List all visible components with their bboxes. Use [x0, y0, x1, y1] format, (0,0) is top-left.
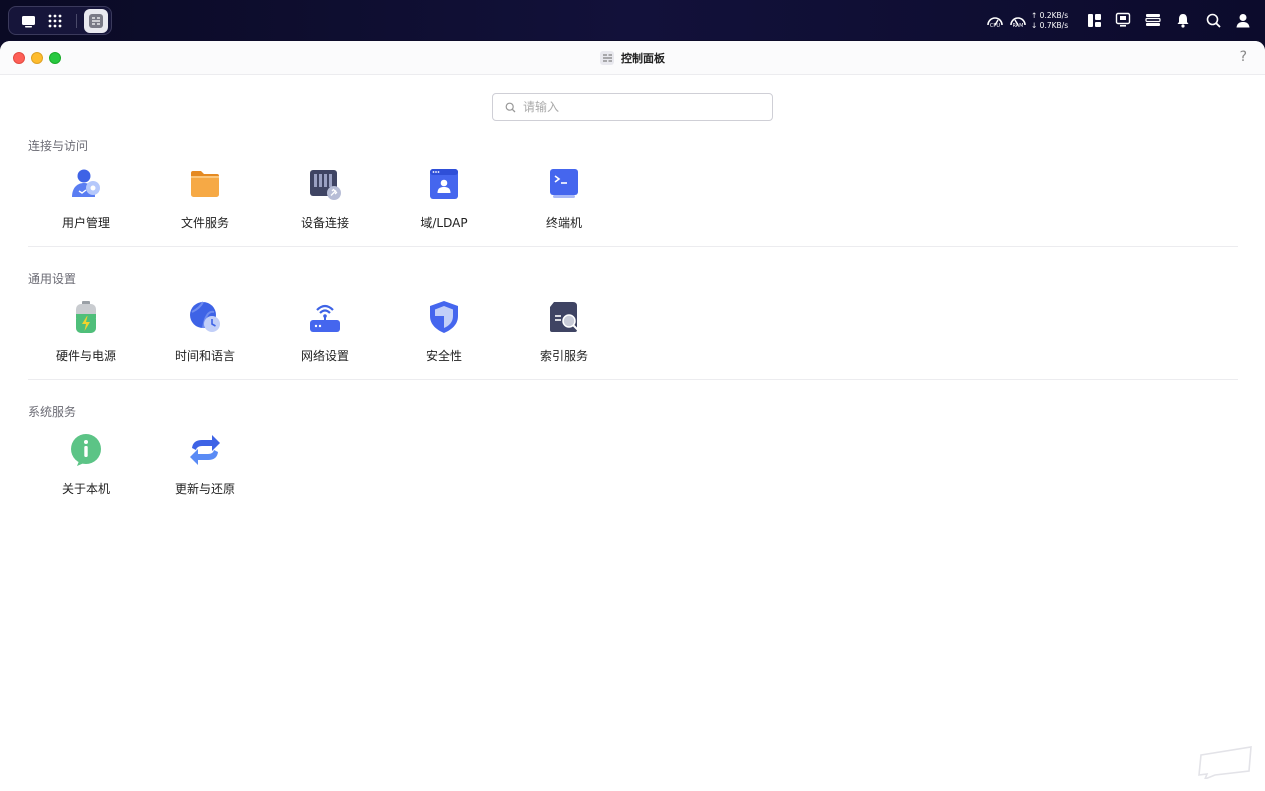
help-button[interactable]: ?: [1240, 49, 1247, 65]
item-label: 网络设置: [300, 349, 349, 363]
item-terminal[interactable]: 终端机: [514, 167, 614, 239]
search-box[interactable]: [492, 93, 773, 121]
monitor-icon[interactable]: [1113, 10, 1133, 30]
user-management-icon: [72, 169, 100, 197]
item-label: 域/LDAP: [420, 216, 468, 230]
item-label: 安全性: [425, 349, 462, 363]
control-panel-title-icon: [600, 51, 614, 65]
item-label: 硬件与电源: [55, 349, 116, 363]
item-file-service[interactable]: 文件服务: [155, 167, 255, 239]
item-label: 文件服务: [180, 216, 229, 230]
net-down-value: 0.7KB/s: [1039, 21, 1069, 30]
file-service-icon: [191, 171, 219, 197]
item-user-management[interactable]: 用户管理: [36, 167, 136, 239]
item-network-settings[interactable]: 网络设置: [275, 300, 375, 372]
window-title: 控制面板: [621, 52, 665, 65]
device-connection-icon: [310, 170, 341, 200]
desktop-icon[interactable]: [15, 9, 41, 33]
section-title-system: 系统服务: [28, 405, 77, 419]
item-label: 用户管理: [61, 216, 110, 230]
search-input[interactable]: [523, 100, 753, 114]
item-label: 关于本机: [61, 482, 110, 496]
item-label: 设备连接: [300, 216, 349, 230]
item-security[interactable]: 安全性: [394, 300, 494, 372]
search-icon: [505, 102, 516, 112]
security-shield-icon: [430, 301, 458, 333]
item-about[interactable]: 关于本机: [36, 433, 136, 505]
item-domain-ldap[interactable]: 域/LDAP: [394, 167, 494, 239]
about-info-icon: [71, 434, 101, 466]
system-topbar: CPU RAM ↑ 0.2KB/s ↓ 0.7KB/s: [0, 0, 1265, 40]
item-label: 终端机: [545, 216, 582, 230]
control-panel-window: 控制面板 ? 连接与访问 用户管理 文件服务: [0, 41, 1265, 791]
tasks-icon[interactable]: [1143, 10, 1163, 30]
dock: [8, 6, 112, 35]
index-service-icon: [550, 302, 579, 332]
network-settings-icon: [310, 304, 340, 332]
section-title-general: 通用设置: [28, 272, 77, 286]
ram-label: RAM: [1012, 23, 1024, 29]
item-index-service[interactable]: 索引服务: [514, 300, 614, 372]
cpu-label: CPU: [989, 23, 1001, 29]
control-panel-icon[interactable]: [84, 9, 108, 33]
item-device-connection[interactable]: 设备连接: [275, 167, 375, 239]
window-titlebar[interactable]: 控制面板 ?: [0, 41, 1265, 75]
user-icon[interactable]: [1233, 10, 1253, 30]
item-label: 更新与还原: [174, 482, 235, 496]
hardware-power-icon: [76, 301, 96, 333]
apps-grid-icon[interactable]: [42, 9, 68, 33]
window-title-group: 控制面板: [0, 41, 1265, 75]
update-restore-icon: [190, 435, 220, 465]
terminal-icon: [550, 169, 578, 198]
item-label: 时间和语言: [174, 349, 235, 363]
section-divider: [28, 379, 1238, 380]
net-upload: ↑ 0.2KB/s: [1031, 11, 1069, 20]
network-speed[interactable]: ↑ 0.2KB/s ↓ 0.7KB/s: [1031, 11, 1077, 31]
section-title-connection: 连接与访问: [28, 139, 89, 153]
item-hardware-power[interactable]: 硬件与电源: [36, 300, 136, 372]
domain-ldap-icon: [430, 169, 458, 199]
net-up-value: 0.2KB/s: [1039, 11, 1069, 20]
time-language-icon: [190, 301, 220, 332]
item-label: 索引服务: [539, 349, 588, 363]
widgets-icon[interactable]: [1084, 10, 1104, 30]
watermark-logo: [1198, 746, 1252, 779]
search-icon[interactable]: [1203, 10, 1223, 30]
item-time-language[interactable]: 时间和语言: [155, 300, 255, 372]
section-divider: [28, 246, 1238, 247]
item-update-restore[interactable]: 更新与还原: [155, 433, 255, 505]
net-download: ↓ 0.7KB/s: [1031, 21, 1069, 30]
dock-separator: [76, 14, 77, 28]
bell-icon[interactable]: [1173, 10, 1193, 30]
